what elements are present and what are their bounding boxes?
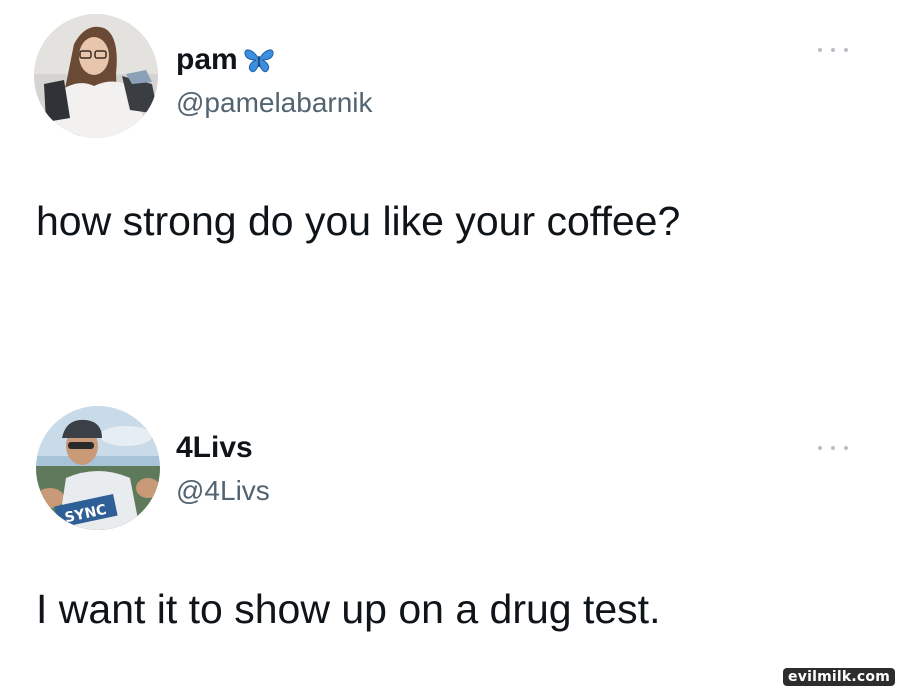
display-name-text: 4Livs: [176, 431, 253, 464]
tweet-4livs[interactable]: SYNC 4Livs @4Livs I want it to show up o…: [0, 400, 901, 689]
avatar[interactable]: SYNC: [36, 406, 160, 530]
avatar-photo: [34, 14, 158, 138]
tweet-pamelabarnik[interactable]: pam @pamelabarnik how strong do you like…: [0, 0, 901, 330]
tweet-text: I want it to show up on a drug test.: [36, 586, 661, 632]
display-name[interactable]: pam: [176, 42, 276, 78]
blue-butterfly-icon: [242, 45, 276, 75]
more-options-icon[interactable]: [818, 442, 848, 454]
handle[interactable]: @4Livs: [176, 474, 270, 508]
display-name[interactable]: 4Livs: [176, 430, 253, 466]
handle[interactable]: @pamelabarnik: [176, 86, 373, 120]
avatar[interactable]: [34, 14, 158, 138]
watermark: evilmilk.com: [783, 668, 895, 686]
more-options-icon[interactable]: [818, 44, 848, 56]
display-name-text: pam: [176, 43, 238, 76]
tweet-text: how strong do you like your coffee?: [36, 198, 681, 244]
avatar-photo: SYNC: [36, 406, 160, 530]
